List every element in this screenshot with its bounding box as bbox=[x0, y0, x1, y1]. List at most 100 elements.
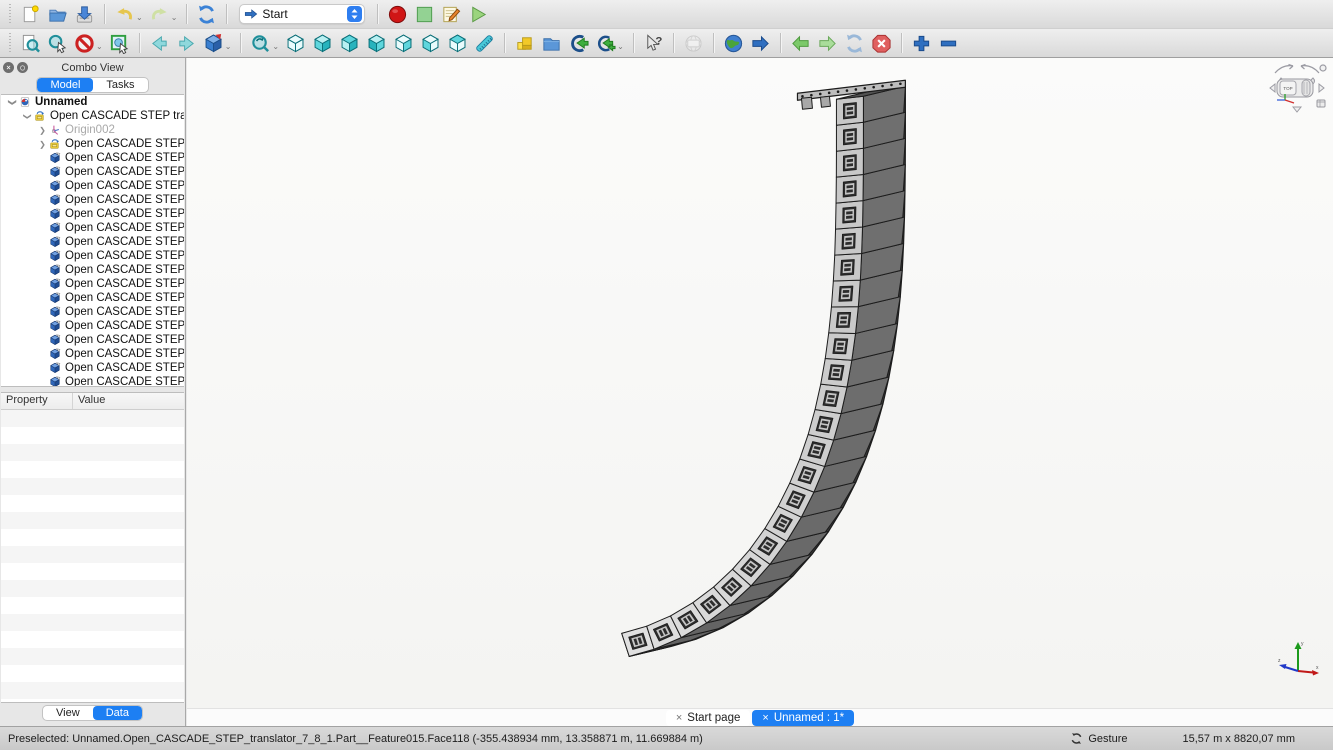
mdi-tab-bar: × Start page ×Unnamed : 1* bbox=[187, 708, 1333, 726]
view-fit-all-button[interactable] bbox=[17, 30, 44, 56]
tree-item[interactable]: Open CASCADE STEP translator bbox=[1, 333, 184, 347]
tree-item[interactable]: Open CASCADE STEP translator bbox=[1, 319, 184, 333]
web-stop-button[interactable] bbox=[868, 30, 895, 56]
tree-item[interactable]: Open CASCADE STEP translator bbox=[1, 291, 184, 305]
make-sub-link-button[interactable]: ⌄ bbox=[592, 30, 627, 56]
mdi-tab[interactable]: ×Unnamed : 1* bbox=[752, 710, 854, 726]
undo-button[interactable]: ⌄ bbox=[111, 1, 146, 27]
measure-distance-button[interactable] bbox=[471, 30, 498, 56]
float-panel-icon[interactable]: ○ bbox=[17, 62, 28, 73]
toolbar-grip[interactable] bbox=[7, 4, 14, 24]
dropdown-chevron-icon[interactable]: ⌄ bbox=[617, 44, 624, 50]
tree-item-label: Open CASCADE STEP translator bbox=[65, 292, 184, 304]
tab-model[interactable]: Model bbox=[37, 78, 93, 92]
mdi-tab-label: Start page bbox=[687, 712, 740, 724]
zoom-in-button[interactable] bbox=[908, 30, 935, 56]
dropdown-chevron-icon[interactable]: ⌄ bbox=[96, 44, 103, 50]
macro-stop-button[interactable] bbox=[411, 1, 438, 27]
make-link-icon bbox=[568, 33, 589, 54]
web-forward-button[interactable] bbox=[814, 30, 841, 56]
tree-expander[interactable]: ❯ bbox=[37, 126, 48, 135]
mdi-tab[interactable]: × Start page bbox=[666, 710, 751, 726]
tree-item[interactable]: Open CASCADE STEP translator bbox=[1, 179, 184, 193]
tree-item[interactable]: Open CASCADE STEP translator bbox=[1, 235, 184, 249]
web-home-button[interactable] bbox=[720, 30, 747, 56]
web-refresh-button[interactable] bbox=[841, 30, 868, 56]
refresh-document-button[interactable] bbox=[193, 1, 220, 27]
cube-bottom-icon bbox=[420, 33, 441, 54]
new-document-button[interactable] bbox=[17, 1, 44, 27]
tree-item[interactable]: Open CASCADE STEP translator bbox=[1, 221, 184, 235]
nav-cube-mini-cube-icon[interactable] bbox=[1317, 100, 1325, 107]
tree-item[interactable]: ❯Unnamed bbox=[1, 95, 184, 109]
make-link-button[interactable] bbox=[565, 30, 592, 56]
macro-record-button[interactable] bbox=[384, 1, 411, 27]
tree-item[interactable]: Open CASCADE STEP translator bbox=[1, 263, 184, 277]
dropdown-chevron-icon[interactable]: ⌄ bbox=[272, 44, 279, 50]
web-go-button[interactable] bbox=[747, 30, 774, 56]
tree-item[interactable]: Open CASCADE STEP translator bbox=[1, 151, 184, 165]
tree-item[interactable]: Open CASCADE STEP translator bbox=[1, 207, 184, 221]
open-document-button[interactable] bbox=[44, 1, 71, 27]
view-top-button[interactable] bbox=[336, 30, 363, 56]
close-icon[interactable]: × bbox=[762, 712, 768, 724]
tree-item[interactable]: ❯Open CASCADE STEP translator bbox=[1, 109, 184, 123]
zoom-out-button[interactable] bbox=[935, 30, 962, 56]
dropdown-chevron-icon[interactable]: ⌄ bbox=[171, 15, 178, 21]
tree-item[interactable]: Open CASCADE STEP translator bbox=[1, 193, 184, 207]
tree-item[interactable]: ❯Open CASCADE STEP translator bbox=[1, 137, 184, 151]
texture-mapping-button[interactable] bbox=[680, 30, 707, 56]
tree-item-label: Open CASCADE STEP translator bbox=[65, 278, 184, 290]
dropdown-chevron-icon[interactable]: ⌄ bbox=[136, 15, 143, 21]
cad-model-line-array[interactable] bbox=[187, 58, 1333, 708]
box-selection-button[interactable] bbox=[106, 30, 133, 56]
tree-item[interactable]: Open CASCADE STEP translator bbox=[1, 305, 184, 319]
property-editor: Property Value bbox=[1, 392, 184, 703]
tree-item[interactable]: Open CASCADE STEP translator bbox=[1, 361, 184, 375]
whats-this-button[interactable]: ? bbox=[640, 30, 667, 56]
open-folder-icon bbox=[47, 4, 68, 25]
close-panel-icon[interactable]: × bbox=[3, 62, 14, 73]
tree-expander[interactable]: ❯ bbox=[37, 140, 48, 149]
view-axonometric-button[interactable]: ⌄ bbox=[200, 30, 235, 56]
view-rear-button[interactable] bbox=[390, 30, 417, 56]
tree-item[interactable]: Open CASCADE STEP translator bbox=[1, 249, 184, 263]
property-table-header[interactable]: Property Value bbox=[1, 393, 184, 410]
tree-item[interactable]: Open CASCADE STEP translator bbox=[1, 347, 184, 361]
zoom-tools-button[interactable]: ⌄ bbox=[247, 30, 282, 56]
tab-data[interactable]: Data bbox=[93, 706, 142, 720]
draw-style-button[interactable]: ⌄ bbox=[71, 30, 106, 56]
tree-expander[interactable]: ❯ bbox=[23, 111, 32, 122]
tree-item[interactable]: Open CASCADE STEP translator bbox=[1, 375, 184, 387]
view-front-button[interactable] bbox=[309, 30, 336, 56]
view-left-button[interactable] bbox=[444, 30, 471, 56]
web-back-button[interactable] bbox=[787, 30, 814, 56]
model-tree: ❯Unnamed❯Open CASCADE STEP translator❯Or… bbox=[1, 94, 184, 387]
create-group-button[interactable] bbox=[538, 30, 565, 56]
view-right-button[interactable] bbox=[363, 30, 390, 56]
redo-button[interactable]: ⌄ bbox=[146, 1, 181, 27]
tree-item[interactable]: ❯Origin002 bbox=[1, 123, 184, 137]
tree-expander[interactable]: ❯ bbox=[8, 97, 17, 108]
tree-item[interactable]: Open CASCADE STEP translator bbox=[1, 165, 184, 179]
tree-item[interactable]: Open CASCADE STEP translator bbox=[1, 277, 184, 291]
navigate-back-button[interactable] bbox=[146, 30, 173, 56]
3d-viewport[interactable]: TOP y x z bbox=[187, 58, 1333, 708]
workbench-selector[interactable]: Start bbox=[239, 4, 365, 24]
create-part-button[interactable] bbox=[511, 30, 538, 56]
navigate-forward-button[interactable] bbox=[173, 30, 200, 56]
view-isometric-button[interactable] bbox=[282, 30, 309, 56]
tree-item-label: Open CASCADE STEP translator bbox=[65, 152, 184, 164]
tab-view[interactable]: View bbox=[43, 706, 93, 720]
navigation-cube[interactable]: TOP bbox=[1267, 60, 1329, 118]
macro-play-button[interactable] bbox=[465, 1, 492, 27]
navigation-style[interactable]: Gesture bbox=[1070, 732, 1127, 745]
macro-edit-button[interactable] bbox=[438, 1, 465, 27]
view-fit-selection-button[interactable] bbox=[44, 30, 71, 56]
close-icon[interactable]: × bbox=[676, 712, 682, 724]
save-document-button[interactable] bbox=[71, 1, 98, 27]
tab-tasks[interactable]: Tasks bbox=[93, 78, 147, 92]
dropdown-chevron-icon[interactable]: ⌄ bbox=[225, 44, 232, 50]
view-bottom-button[interactable] bbox=[417, 30, 444, 56]
toolbar-grip[interactable] bbox=[7, 33, 14, 53]
